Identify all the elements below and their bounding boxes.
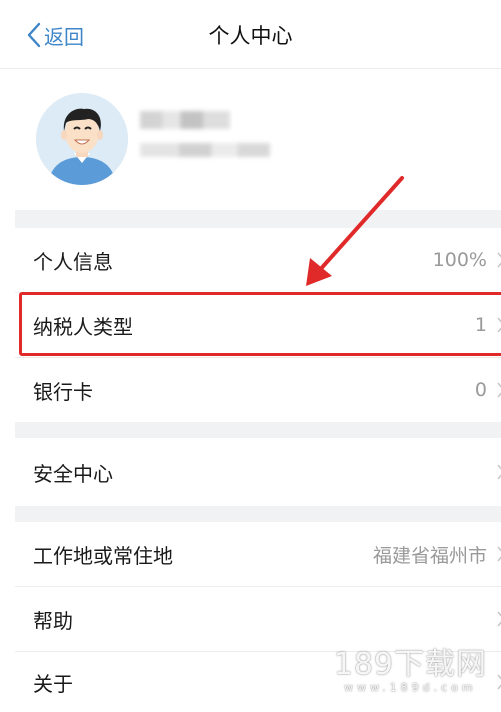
watermark-title: 189下载网 <box>333 647 487 682</box>
chevron-right-icon <box>497 546 501 562</box>
chevron-right-icon <box>497 382 501 398</box>
menu-item-personal-info[interactable]: 个人信息 100% <box>15 228 501 292</box>
section-divider <box>15 210 501 228</box>
menu-item-value: 福建省福州市 <box>372 544 487 567</box>
section-divider <box>15 422 501 438</box>
profile-header[interactable] <box>0 69 501 209</box>
account-redacted <box>140 143 270 157</box>
watermark-url: www.189d.com <box>344 681 477 694</box>
avatar[interactable] <box>36 93 128 185</box>
highlight-box <box>19 292 501 356</box>
avatar-illustration <box>36 93 128 185</box>
menu-item-work-location[interactable]: 工作地或常住地 福建省福州市 <box>15 522 501 586</box>
menu-item-label: 关于 <box>33 671 73 696</box>
chevron-right-icon <box>497 252 501 268</box>
username-redacted <box>140 111 230 129</box>
menu-item-label: 个人信息 <box>33 249 113 274</box>
menu-item-security-center[interactable]: 安全中心 <box>15 438 501 506</box>
menu-item-label: 帮助 <box>33 608 73 633</box>
navigation-bar: 返回 个人中心 <box>0 0 501 69</box>
chevron-right-icon <box>497 464 501 480</box>
menu-item-bank-card[interactable]: 银行卡 0 <box>15 358 501 422</box>
chevron-right-icon <box>497 674 501 690</box>
page-title: 个人中心 <box>208 24 293 48</box>
chevron-right-icon <box>497 611 501 627</box>
menu-item-label: 安全中心 <box>33 461 113 486</box>
menu-item-label: 银行卡 <box>33 379 93 404</box>
watermark: 189下载网 www.189d.com <box>334 639 487 694</box>
section-divider <box>15 506 501 522</box>
menu-item-value: 0 <box>474 379 487 401</box>
menu-item-label: 工作地或常住地 <box>33 543 173 568</box>
menu-item-value: 100% <box>432 249 487 271</box>
